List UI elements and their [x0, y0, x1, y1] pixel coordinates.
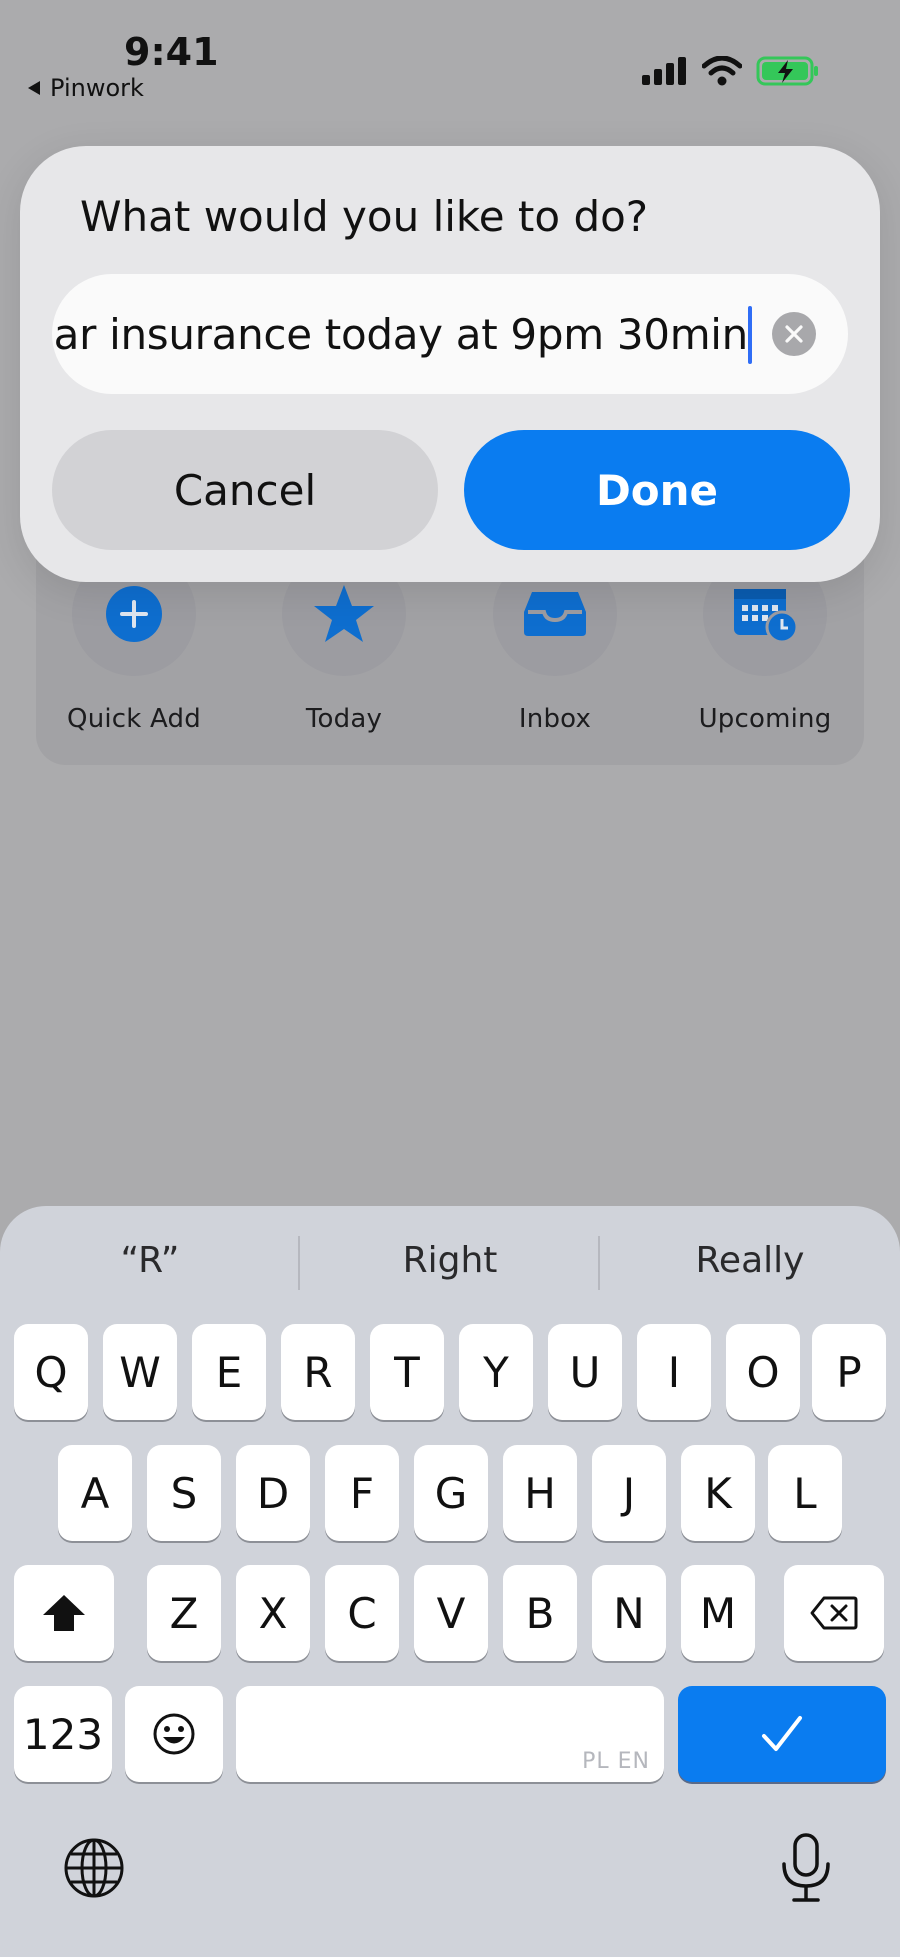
cancel-button[interactable]: Cancel [52, 430, 438, 550]
suggestion-1[interactable]: “R” [0, 1240, 300, 1281]
text-caret [748, 306, 752, 364]
calendar-clock-icon [734, 589, 799, 644]
return-key[interactable] [678, 1686, 886, 1782]
clear-text-button[interactable] [772, 312, 816, 356]
key-o[interactable]: O [726, 1324, 800, 1420]
plus-circle-icon [106, 586, 162, 642]
key-u[interactable]: U [548, 1324, 622, 1420]
key-b[interactable]: B [503, 1565, 577, 1661]
checkmark-icon [762, 1716, 802, 1751]
key-g[interactable]: G [414, 1445, 488, 1541]
globe-icon[interactable] [62, 1836, 126, 1900]
task-input-value[interactable]: car insurance today at 9pm 30min [52, 310, 748, 359]
key-y[interactable]: Y [459, 1324, 533, 1420]
key-i[interactable]: I [637, 1324, 711, 1420]
signal-icon [642, 57, 686, 85]
status-time: 9:41 [124, 30, 219, 74]
quick-add-label: Quick Add [67, 704, 201, 734]
key-h[interactable]: H [503, 1445, 577, 1541]
task-input-field[interactable]: car insurance today at 9pm 30min [52, 274, 848, 394]
inbox-label: Inbox [518, 704, 592, 734]
key-q[interactable]: Q [14, 1324, 88, 1420]
numbers-key[interactable]: 123 [14, 1686, 112, 1782]
key-z[interactable]: Z [147, 1565, 221, 1661]
delete-key[interactable] [784, 1565, 884, 1661]
back-to-app-link[interactable]: Pinwork [26, 74, 144, 102]
key-v[interactable]: V [414, 1565, 488, 1661]
space-language-hint: PL EN [582, 1749, 650, 1774]
shift-arrow-icon [43, 1595, 85, 1631]
key-f[interactable]: F [325, 1445, 399, 1541]
key-d[interactable]: D [236, 1445, 310, 1541]
key-e[interactable]: E [192, 1324, 266, 1420]
emoji-icon [153, 1713, 195, 1755]
done-button[interactable]: Done [464, 430, 850, 550]
status-icons [642, 56, 820, 86]
emoji-key[interactable] [125, 1686, 223, 1782]
key-c[interactable]: C [325, 1565, 399, 1661]
key-n[interactable]: N [592, 1565, 666, 1661]
suggestion-2[interactable]: Right [300, 1240, 600, 1281]
key-x[interactable]: X [236, 1565, 310, 1661]
key-a[interactable]: A [58, 1445, 132, 1541]
star-icon [314, 585, 374, 642]
key-t[interactable]: T [370, 1324, 444, 1420]
key-l[interactable]: L [768, 1445, 842, 1541]
suggestion-bar: “R” Right Really [0, 1206, 900, 1316]
key-s[interactable]: S [147, 1445, 221, 1541]
key-j[interactable]: J [592, 1445, 666, 1541]
today-label: Today [305, 704, 383, 734]
key-k[interactable]: K [681, 1445, 755, 1541]
microphone-icon[interactable] [776, 1832, 836, 1904]
key-m[interactable]: M [681, 1565, 755, 1661]
dialog-title: What would you like to do? [80, 192, 649, 241]
key-w[interactable]: W [103, 1324, 177, 1420]
battery-charging-icon [756, 56, 818, 86]
wifi-icon [702, 56, 742, 86]
shift-key[interactable] [14, 1565, 114, 1661]
back-app-label: Pinwork [50, 74, 144, 102]
space-key[interactable]: PL EN [236, 1686, 664, 1782]
key-r[interactable]: R [281, 1324, 355, 1420]
tray-icon [524, 592, 586, 636]
quick-add-dialog: What would you like to do? car insurance… [20, 146, 880, 582]
suggestion-3[interactable]: Really [600, 1240, 900, 1281]
clear-x-icon [785, 325, 803, 343]
backspace-icon [810, 1596, 858, 1630]
back-triangle-icon [28, 81, 40, 95]
key-p[interactable]: P [812, 1324, 886, 1420]
upcoming-label: Upcoming [698, 704, 832, 734]
